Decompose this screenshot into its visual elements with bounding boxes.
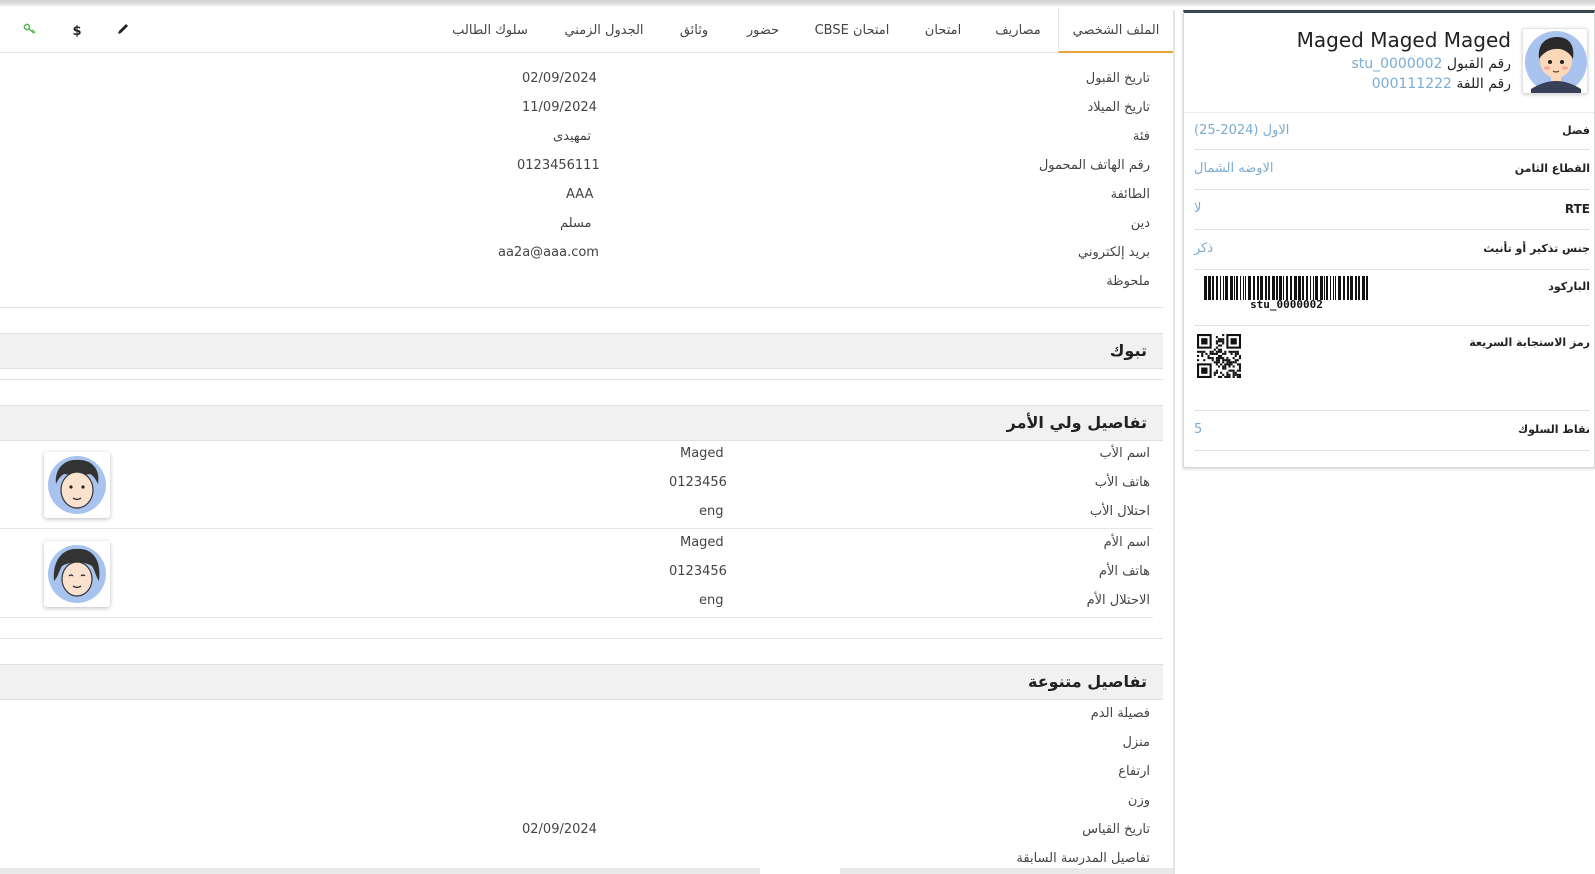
tab-exam[interactable]: امتحان [912,8,974,53]
roll-value[interactable]: 000111222 [1372,76,1452,92]
student-name: Maged Maged Maged [1296,28,1511,52]
rte-value[interactable]: لا [1194,201,1201,216]
row-value-caste: AAA [566,187,594,202]
divider [0,528,1153,529]
gender-value[interactable]: ذكر [1194,241,1213,256]
qr-row: رمز الاستجابة السريعة [1194,326,1590,411]
barcode-text: stu_0000002 [1250,298,1323,311]
qr-label: رمز الاستجابة السريعة [1469,336,1590,349]
rte-label: RTE [1564,202,1590,216]
row-label-email: بريد إلكتروني [1078,245,1150,260]
section-value[interactable]: الاوضه الشمال [1194,161,1274,176]
barcode-row: الباركود stu_0000002 [1194,270,1590,326]
mother-phone-label: هاتف الأم [1098,564,1150,579]
row-value-category: تمهيدى [553,129,592,144]
horizontal-scrollbar-track[interactable] [840,868,1173,874]
measurement-date-value: 02/09/2024 [522,822,597,837]
edit-icon[interactable] [113,22,133,42]
mother-phone-value: 0123456 [669,564,727,579]
previous-school-label: تفاصيل المدرسة السابقة [1016,851,1150,866]
roll-number: رقم اللفة 000111222 [1372,76,1511,92]
admission-number: رقم القبول stu_0000002 [1351,56,1511,72]
behaviour-label: نقاط السلوك [1518,423,1590,436]
divider [0,307,1163,308]
barcode-label: الباركود [1548,280,1590,293]
row-value-email: aa2a@aaa.com [498,245,599,260]
tab-cbse-exam[interactable]: امتحان CBSE [803,8,901,53]
tab-student-behaviour[interactable]: سلوك الطالب [440,8,540,53]
row-label-caste: الطائفة [1110,187,1150,202]
roll-label: رقم اللفة [1456,76,1511,92]
father-phone-label: هاتف الأب [1094,475,1150,490]
barcode-bars [1204,276,1368,300]
row-label-category: فئة [1132,129,1150,144]
row-value-religion: مسلم [560,216,592,231]
student-avatar [1522,28,1588,94]
barcode-image: stu_0000002 [1204,276,1369,312]
column-separator [1173,10,1175,874]
tab-documents[interactable]: وثائق [664,8,724,53]
section-row: القطاع الثامن الاوضه الشمال [1194,150,1590,190]
father-occupation-label: احتلال الأب [1089,504,1150,519]
guardian-panel-title: تفاصيل ولي الأمر [1006,413,1147,432]
father-photo [44,452,110,518]
house-label: منزل [1122,735,1150,750]
father-occupation-value: eng [699,504,724,519]
gender-row: جنس تذكير أو تأنيث ذكر [1194,230,1590,270]
guardian-panel-header: تفاصيل ولي الأمر [0,405,1163,441]
student-profile-card: Maged Maged Maged رقم القبول stu_0000002… [1183,10,1595,468]
mother-occupation-label: الاحتلال الأم [1086,593,1150,608]
tab-bar: الملف الشخصي مصاريف امتحان امتحان CBSE ح… [0,8,1173,53]
qr-code [1197,334,1241,378]
row-value-admission-date: 02/09/2024 [522,71,597,86]
dollar-icon[interactable]: $ [67,22,87,42]
tab-fees[interactable]: مصاريف [985,8,1051,53]
row-label-birth-date: تاريخ الميلاد [1087,100,1150,115]
measurement-date-label: تاريخ القياس [1082,822,1150,837]
section-label: القطاع الثامن [1514,162,1590,175]
mother-name-label: اسم الأم [1103,535,1150,550]
class-value[interactable]: الاول (2024-25) [1194,123,1289,138]
class-label: فصل [1562,124,1590,137]
row-value-birth-date: 11/09/2024 [522,100,597,115]
weight-label: وزن [1127,793,1150,808]
class-row: فصل الاول (2024-25) [1194,113,1590,150]
horizontal-scrollbar[interactable] [0,868,760,874]
admission-label: رقم القبول [1446,56,1511,72]
tab-timetable[interactable]: الجدول الزمني [554,8,654,53]
row-label-admission-date: تاريخ القبول [1085,71,1150,86]
father-name-label: اسم الأب [1099,446,1150,461]
mother-name-value: Maged [680,535,724,550]
admission-value[interactable]: stu_0000002 [1351,56,1442,72]
card-header: Maged Maged Maged رقم القبول stu_0000002… [1184,13,1594,113]
tab-attendance[interactable]: حضور [734,8,792,53]
mother-photo [44,541,110,607]
row-label-religion: دين [1130,216,1150,231]
tabuk-panel-title: تبوك [1109,341,1147,360]
mother-occupation-value: eng [699,593,724,608]
top-scroll-shadow [0,0,1595,6]
father-phone-value: 0123456 [669,475,727,490]
misc-panel-title: تفاصيل متنوعة [1027,672,1147,691]
tab-profile[interactable]: الملف الشخصي [1058,8,1173,53]
blood-group-label: فصيلة الدم [1090,706,1150,721]
divider [0,379,1163,380]
divider [0,638,1163,639]
height-label: ارتفاع [1118,764,1150,779]
rte-row: RTE لا [1194,190,1590,230]
behaviour-row: نقاط السلوك 5 [1194,411,1590,451]
gender-label: جنس تذكير أو تأنيث [1483,242,1590,255]
divider [0,617,1153,618]
tabuk-panel-header: تبوك [0,333,1163,369]
key-icon[interactable] [20,22,40,42]
behaviour-value[interactable]: 5 [1194,422,1202,437]
father-name-value: Maged [680,446,724,461]
misc-panel-header: تفاصيل متنوعة [0,664,1163,700]
row-value-mobile: 0123456111 [517,158,600,173]
row-label-note: ملحوظة [1106,274,1150,289]
row-label-mobile: رقم الهاتف المحمول [1038,158,1150,173]
